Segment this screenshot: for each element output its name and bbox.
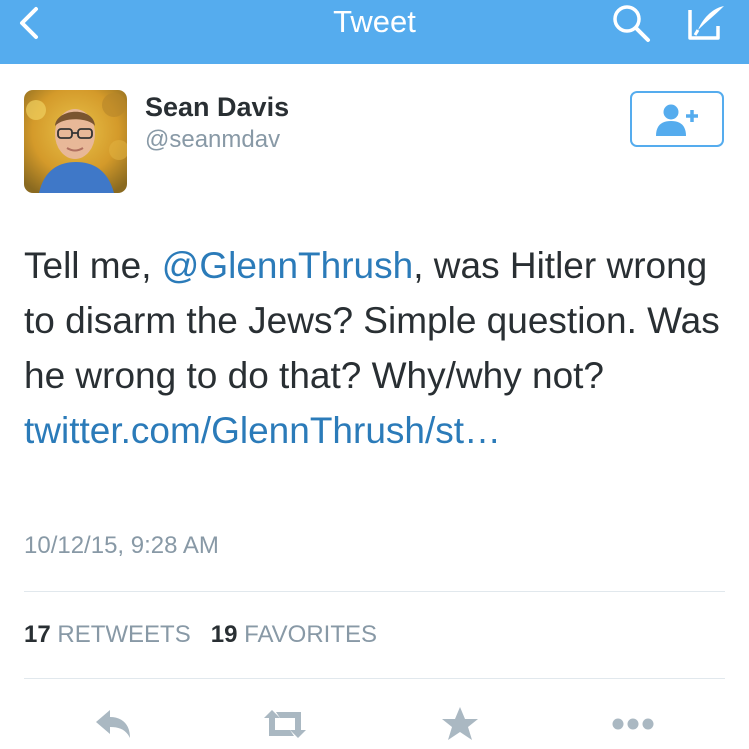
- mention-link[interactable]: @GlennThrush: [162, 245, 413, 286]
- retweets-label[interactable]: RETWEETS: [57, 621, 190, 648]
- search-icon[interactable]: [610, 2, 654, 44]
- tweet-link[interactable]: twitter.com/GlennThrush/st…: [24, 410, 501, 451]
- divider: [24, 678, 725, 679]
- add-user-icon: [656, 104, 698, 136]
- follow-button[interactable]: [630, 91, 724, 147]
- favorite-icon[interactable]: [435, 704, 485, 744]
- favorites-label[interactable]: FAVORITES: [244, 621, 377, 648]
- compose-icon[interactable]: [684, 2, 728, 44]
- retweet-icon[interactable]: [260, 704, 310, 744]
- author-handle[interactable]: @seanmdav: [145, 126, 280, 154]
- author-name[interactable]: Sean Davis: [145, 91, 289, 123]
- more-icon[interactable]: [608, 704, 658, 744]
- retweets-count[interactable]: 17: [24, 621, 51, 648]
- tweet-stats: 17 RETWEETS 19 FAVORITES: [24, 620, 377, 650]
- reply-icon[interactable]: [88, 704, 138, 744]
- profile-photo: [24, 90, 127, 193]
- nav-bar: Tweet: [0, 0, 749, 64]
- divider: [24, 591, 725, 592]
- avatar[interactable]: [24, 90, 127, 193]
- tweet-text: Tell me, @GlennThrush, was Hitler wrong …: [24, 238, 724, 458]
- tweet-text-start: Tell me,: [24, 245, 162, 286]
- tweet-timestamp: 10/12/15, 9:28 AM: [24, 532, 219, 559]
- favorites-count[interactable]: 19: [211, 621, 238, 648]
